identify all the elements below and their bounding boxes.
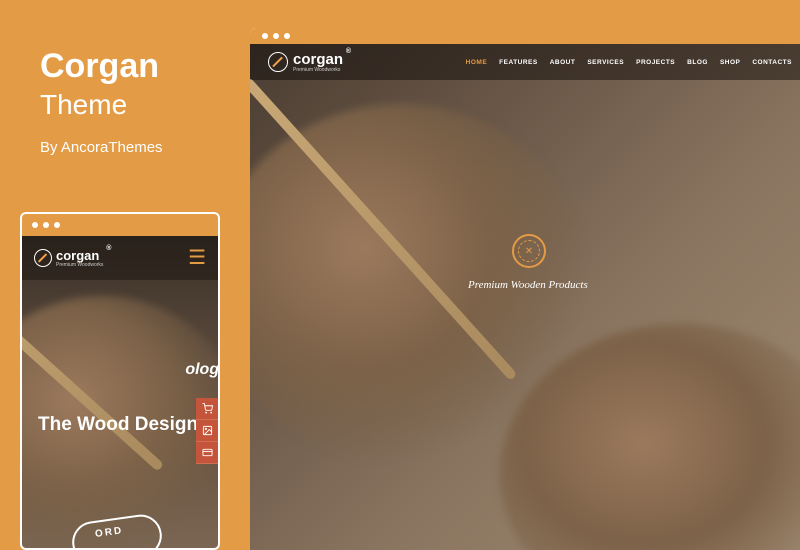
desktop-titlebar (250, 28, 800, 44)
nav-projects[interactable]: PROJECTS (636, 59, 675, 66)
desktop-preview-frame: corgan Premium Woodworks HOME FEATURES A… (250, 28, 800, 550)
card-icon[interactable] (196, 442, 218, 464)
window-dot (284, 33, 290, 39)
window-dot (54, 222, 60, 228)
nav-about[interactable]: ABOUT (550, 59, 576, 66)
window-dot (32, 222, 38, 228)
nav-blog[interactable]: BLOG (687, 59, 708, 66)
logo-text: corgan (56, 248, 103, 263)
partial-text: ology (185, 361, 218, 379)
mobile-header: corgan Premium Woodworks ☰ (22, 236, 218, 280)
badge-icon: ✕ (518, 240, 540, 262)
logo[interactable]: corgan Premium Woodworks (268, 51, 343, 73)
window-dot (262, 33, 268, 39)
window-dot (43, 222, 49, 228)
window-dot (273, 33, 279, 39)
cart-icon[interactable] (196, 398, 218, 420)
logo-icon (268, 52, 288, 72)
nav-services[interactable]: SERVICES (587, 59, 624, 66)
desktop-content: corgan Premium Woodworks HOME FEATURES A… (250, 44, 800, 550)
mobile-content: corgan Premium Woodworks ☰ ology The Woo… (22, 236, 218, 548)
desktop-header: corgan Premium Woodworks HOME FEATURES A… (250, 44, 800, 80)
hero-tagline: Premium Wooden Products (468, 279, 588, 291)
theme-title: Corgan (40, 48, 230, 85)
nav-contacts[interactable]: CONTACTS (752, 59, 792, 66)
hamburger-menu-icon[interactable]: ☰ (188, 248, 206, 268)
mobile-titlebar (22, 214, 218, 236)
side-icons (196, 398, 218, 464)
image-icon[interactable] (196, 420, 218, 442)
logo-text: corgan (293, 51, 343, 68)
nav-features[interactable]: FEATURES (499, 59, 538, 66)
hero-headline: The Wood Design (38, 414, 198, 436)
main-nav: HOME FEATURES ABOUT SERVICES PROJECTS BL… (466, 59, 792, 66)
quality-badge: ✕ (512, 234, 546, 268)
theme-author: By AncoraThemes (40, 139, 230, 156)
theme-subtitle: Theme (40, 89, 230, 121)
logo-icon (34, 249, 52, 267)
mobile-preview-frame: corgan Premium Woodworks ☰ ology The Woo… (20, 212, 220, 550)
nav-shop[interactable]: SHOP (720, 59, 740, 66)
nav-home[interactable]: HOME (466, 59, 488, 66)
logo[interactable]: corgan Premium Woodworks (34, 248, 103, 268)
